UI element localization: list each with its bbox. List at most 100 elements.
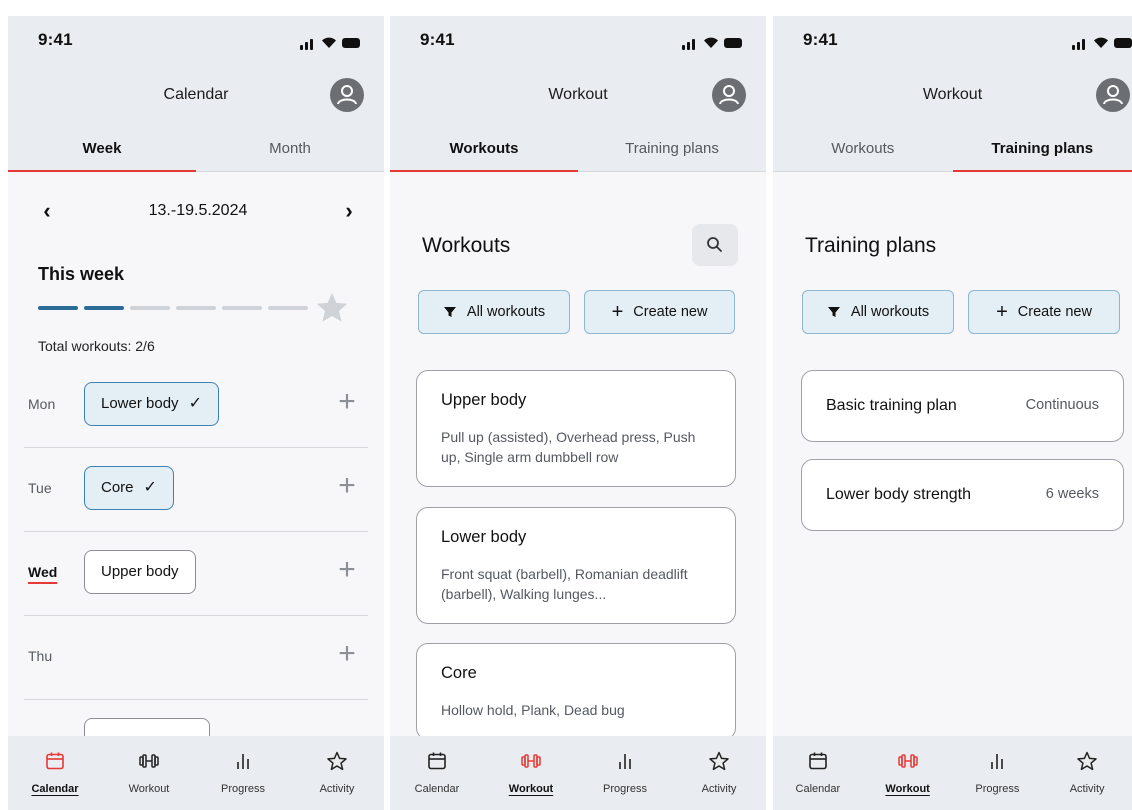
workout-card[interactable]: Lower body Front squat (barbell), Romani… [416,507,736,624]
nav-item-activity[interactable]: Activity [672,736,766,810]
nav-item-calendar[interactable]: Calendar [390,736,484,810]
signal-icon-bar [1077,42,1080,50]
create-new-button[interactable]: + Create new [584,290,735,334]
avatar[interactable] [712,78,746,112]
workout-card[interactable]: Upper body Pull up (assisted), Overhead … [416,370,736,487]
tab-workouts[interactable]: Workouts [390,134,578,172]
calendar-icon [426,750,448,772]
goal-star-icon [316,292,348,322]
day-row-tue: Tue Core ✓ + [24,448,368,532]
star-icon [1076,750,1098,772]
check-icon: ✓ [143,479,157,496]
bar-chart-icon [232,750,254,772]
bottom-nav: Calendar Workout Progress Activity [773,736,1132,810]
progress-segment-pending [176,306,216,310]
nav-item-workout[interactable]: Workout [484,736,578,810]
plus-icon: + [996,301,1008,323]
nav-item-label: Progress [602,783,648,795]
nav-item-activity[interactable]: Activity [1042,736,1132,810]
check-icon: ✓ [188,395,202,412]
nav-item-calendar[interactable]: Calendar [773,736,863,810]
create-new-label: Create new [1017,304,1092,320]
user-icon [719,85,739,105]
nav-item-progress[interactable]: Progress [953,736,1043,810]
nav-item-workout[interactable]: Workout [863,736,953,810]
avatar[interactable] [330,78,364,112]
nav-item-label: Workout [128,783,170,795]
create-new-button[interactable]: + Create new [968,290,1120,334]
workout-chip-label: Upper body [101,563,179,580]
header: 9:41 Workout Workouts Training plans [773,16,1132,172]
card-description: Front squat (barbell), Romanian deadlift… [441,566,688,602]
tab-training-plans[interactable]: Training plans [578,134,766,171]
add-workout-plus-icon[interactable]: + [332,471,362,502]
tab-bar: Workouts Training plans [390,134,766,172]
workout-card[interactable]: Core Hollow hold, Plank, Dead bug [416,643,736,740]
training-plans-content: Training plans All workouts + Create new… [773,172,1132,810]
nav-item-label: Progress [975,783,1020,795]
training-plan-card[interactable]: Basic training plan Continuous [801,370,1124,442]
avatar[interactable] [1096,78,1130,112]
signal-icon-bar [305,42,308,50]
workouts-screen: 9:41 Workout Workouts Training plans Wor… [390,16,766,810]
progress-segment-done [38,306,78,310]
progress-segment-pending [130,306,170,310]
tab-workouts[interactable]: Workouts [773,134,953,171]
day-row-wed: Wed Upper body + [24,532,368,616]
day-label-today: Wed [28,564,58,580]
nav-item-activity[interactable]: Activity [290,736,384,810]
nav-item-label: Activity [701,783,737,795]
nav-item-calendar[interactable]: Calendar [8,736,102,810]
card-title: Core [441,664,477,682]
search-button[interactable] [692,224,738,266]
filter-button-label: All workouts [850,304,930,320]
workout-chip-label: Lower body [101,395,179,412]
header: 9:41 Workout Workouts Training plans [390,16,766,172]
tab-month[interactable]: Month [196,134,384,171]
day-row-mon: Mon Lower body ✓ + [24,364,368,448]
add-workout-plus-icon[interactable]: + [332,387,362,418]
bar-chart-icon [614,750,636,772]
add-workout-plus-icon[interactable]: + [332,555,362,586]
status-bar: 9:41 [420,30,742,54]
nav-item-label: Calendar [414,783,460,795]
plan-duration: Continuous [1025,397,1099,413]
nav-item-label: Calendar [795,783,841,795]
status-bar: 9:41 [803,30,1132,54]
add-workout-plus-icon[interactable]: + [332,639,362,670]
workouts-content: Workouts All workouts + Create new Upper… [390,172,766,810]
training-plans-screen: 9:41 Workout Workouts Training plans Tra… [773,16,1132,810]
signal-icon [682,45,685,50]
wifi-icon [1094,37,1108,48]
workout-chip[interactable]: Upper body [84,550,196,594]
workout-chip[interactable]: Lower body ✓ [84,382,219,426]
wifi-icon [704,37,718,48]
tab-training-plans[interactable]: Training plans [952,134,1132,172]
section-title: Training plans [805,234,937,257]
nav-item-label: Workout [885,783,930,795]
chevron-right-icon[interactable]: › [338,200,360,224]
nav-item-progress[interactable]: Progress [578,736,672,810]
page-title: Workout [548,86,608,103]
signal-icon [300,45,303,50]
search-icon [707,237,722,252]
workout-chip[interactable]: Core ✓ [84,466,174,510]
tab-bar: Week Month [8,134,384,172]
filter-button[interactable]: All workouts [418,290,570,334]
calendar-icon [44,750,66,772]
create-new-label: Create new [633,304,708,320]
training-plan-card[interactable]: Lower body strength 6 weeks [801,459,1124,531]
nav-item-progress[interactable]: Progress [196,736,290,810]
tab-week[interactable]: Week [8,134,196,172]
nav-item-label: Progress [220,783,266,795]
status-time: 9:41 [38,30,73,49]
week-navigator: ‹ 13.-19.5.2024 › [36,200,360,224]
filter-button[interactable]: All workouts [802,290,954,334]
progress-segment-pending [222,306,262,310]
battery-icon [342,38,360,48]
card-title: Upper body [441,391,527,409]
nav-item-workout[interactable]: Workout [102,736,196,810]
battery-icon [724,38,742,48]
wifi-icon [322,37,336,48]
calendar-screen: 9:41 Calendar Week Month ‹ 13.-19.5.2024… [8,16,384,810]
